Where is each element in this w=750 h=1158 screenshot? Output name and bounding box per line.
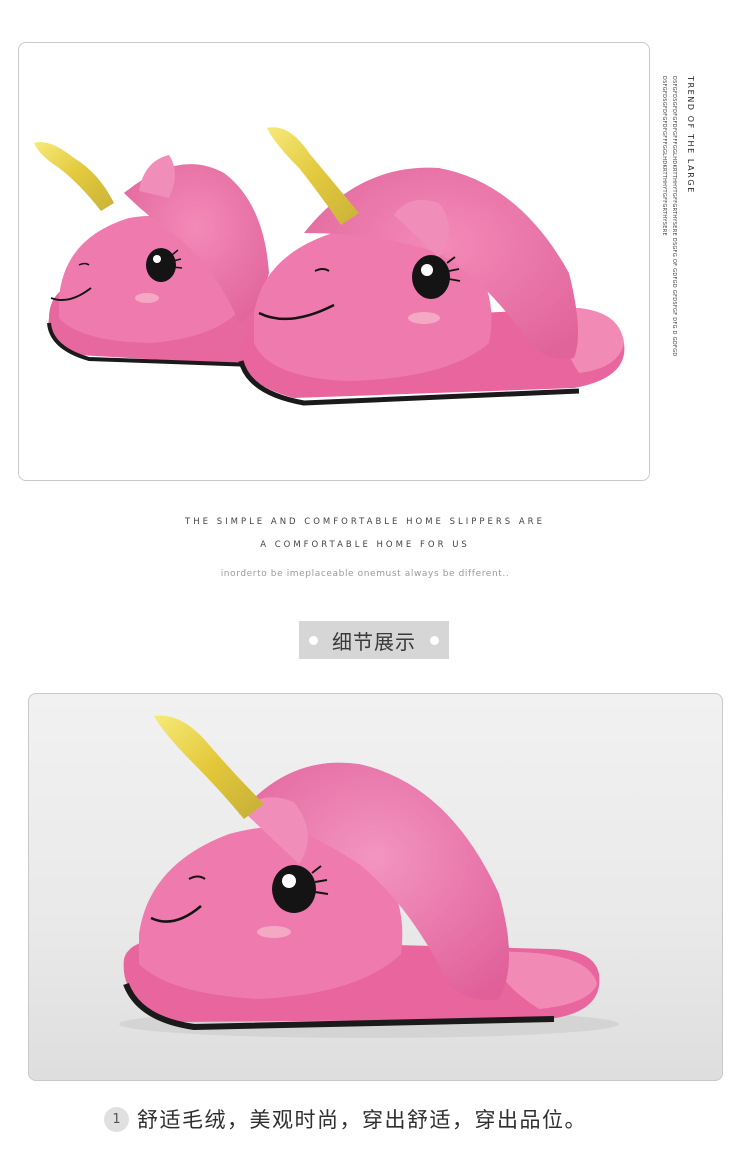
section-heading-badge: 细节展示 (299, 621, 449, 659)
dot-icon (430, 635, 439, 645)
left-slipper (34, 142, 269, 367)
dot-icon (309, 635, 318, 645)
caption-text: 舒适毛绒，美观时尚，穿出舒适，穿出品位。 (137, 1108, 587, 1132)
section-title: 细节展示 (332, 629, 416, 654)
side-text-line: DSFGFDSGFDFGFDFGFFFGGLHDKRTTHHYTGFFGRTHY… (671, 76, 677, 357)
side-text-line: DSFGFDSGFDFGFDFGFFFGGLHDKRTTHHYTGFFGRTHY… (661, 76, 667, 236)
product-photo-pair (18, 42, 650, 481)
detail-photo (28, 693, 723, 1081)
side-title: TREND OF THE LARGE (686, 76, 695, 194)
right-slipper (238, 127, 625, 406)
unicorn-slipper-detail-image (119, 715, 619, 1038)
unicorn-slippers-pair-image (34, 127, 625, 406)
tagline-line-2: A COMFORTABLE HOME FOR US (260, 540, 470, 550)
tagline-subtext: inorderto be imeplaceable onemust always… (220, 569, 510, 579)
caption-number-badge: 1 (104, 1106, 129, 1132)
tagline-line-1: THE SIMPLE AND COMFORTABLE HOME SLIPPERS… (185, 517, 545, 527)
detail-caption: 1 舒适毛绒，美观时尚，穿出舒适，穿出品位。 (104, 1104, 587, 1134)
